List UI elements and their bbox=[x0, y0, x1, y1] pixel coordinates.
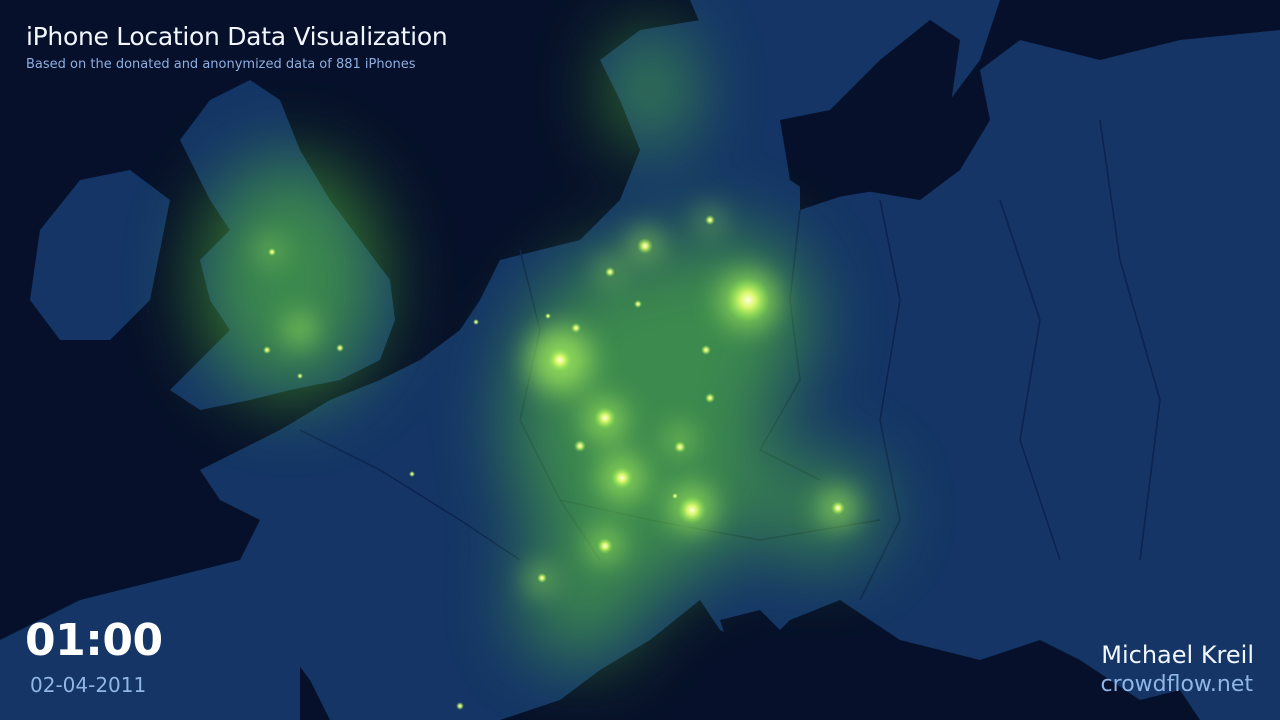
time-display: 01:00 bbox=[25, 615, 163, 666]
site-credit: crowdflow.net bbox=[1100, 672, 1253, 697]
date-display: 02-04-2011 bbox=[30, 673, 147, 697]
map-title: iPhone Location Data Visualization bbox=[26, 22, 448, 51]
author-credit: Michael Kreil bbox=[1101, 641, 1254, 669]
map-subtitle: Based on the donated and anonymized data… bbox=[26, 57, 416, 72]
europe-density-map bbox=[0, 0, 1280, 720]
